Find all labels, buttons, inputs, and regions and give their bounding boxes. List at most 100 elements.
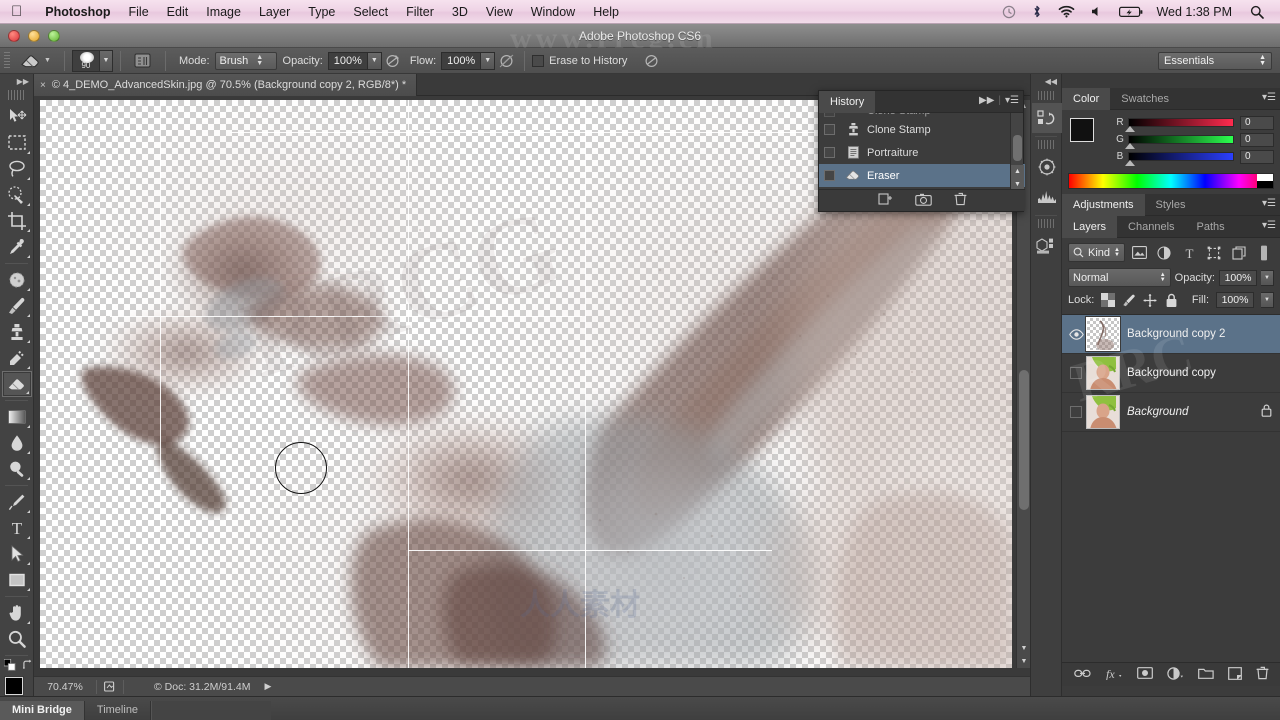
- layer-row-background[interactable]: Background: [1062, 393, 1280, 432]
- panel-menu-icon[interactable]: ▾☰: [1005, 95, 1019, 106]
- lasso-tool[interactable]: [2, 156, 32, 182]
- link-layers-icon[interactable]: [1073, 668, 1091, 682]
- 3d-properties-icon[interactable]: [1032, 231, 1062, 261]
- lock-all-icon[interactable]: [1164, 293, 1178, 307]
- history-brush-tool[interactable]: [2, 345, 32, 371]
- history-state-list[interactable]: Clone Stamp Clone Stamp Portraiture: [819, 113, 1025, 191]
- color-panel-swatches[interactable]: [1068, 116, 1110, 156]
- layers-panel-menu-icon[interactable]: ▾☰: [1262, 220, 1276, 231]
- layer-row-background-copy[interactable]: Background copy: [1062, 354, 1280, 393]
- visibility-off-box[interactable]: [1070, 406, 1082, 418]
- layer-fill-chevron-icon[interactable]: ▼: [1261, 292, 1274, 308]
- slider-thumb[interactable]: [1125, 160, 1135, 166]
- type-layers-icon[interactable]: T: [1179, 243, 1200, 262]
- options-bar-grip[interactable]: [4, 51, 10, 70]
- tab-layers[interactable]: Layers: [1062, 216, 1118, 238]
- scrollbar-thumb[interactable]: [1019, 370, 1029, 510]
- smart-object-icon[interactable]: [1228, 243, 1249, 262]
- close-icon[interactable]: ×: [40, 80, 46, 91]
- layer-visibility-toggle[interactable]: [1066, 406, 1086, 418]
- blur-tool[interactable]: [2, 430, 32, 456]
- dock-collapse-button[interactable]: ◀◀: [1031, 74, 1061, 88]
- time-machine-icon[interactable]: [994, 5, 1024, 19]
- dock-grip[interactable]: [1038, 91, 1054, 100]
- foreground-color-swatch[interactable]: [1070, 118, 1094, 142]
- menu-item-select[interactable]: Select: [344, 0, 397, 24]
- flow-chevron-icon[interactable]: ▼: [481, 51, 496, 70]
- tab-mini-bridge[interactable]: Mini Bridge: [0, 700, 85, 720]
- history-state-checkbox[interactable]: [824, 113, 835, 117]
- shape-layers-icon[interactable]: [1203, 243, 1224, 262]
- foreground-color-swatch[interactable]: [5, 677, 23, 695]
- adjustments-panel-menu-icon[interactable]: ▾☰: [1262, 198, 1276, 209]
- history-state-checkbox[interactable]: [824, 124, 835, 135]
- menu-item-photoshop[interactable]: Photoshop: [36, 0, 119, 24]
- zoom-level-field[interactable]: 70.47%: [34, 681, 96, 693]
- gradient-tool[interactable]: [2, 404, 32, 430]
- bluetooth-icon[interactable]: [1024, 4, 1050, 19]
- tab-history[interactable]: History: [819, 91, 876, 113]
- zoom-tool[interactable]: [2, 626, 32, 652]
- scrollbar-thumb[interactable]: [1013, 135, 1022, 161]
- delete-state-icon[interactable]: [954, 192, 967, 209]
- history-state[interactable]: Portraiture: [819, 141, 1025, 164]
- spotlight-search-icon[interactable]: [1242, 5, 1272, 19]
- tab-paths[interactable]: Paths: [1186, 216, 1236, 238]
- lock-position-icon[interactable]: [1143, 293, 1157, 307]
- adjustment-layer-icon[interactable]: [1166, 666, 1184, 683]
- menu-item-3d[interactable]: 3D: [443, 0, 477, 24]
- menu-item-file[interactable]: File: [120, 0, 158, 24]
- opacity-pressure-icon[interactable]: [382, 51, 404, 71]
- dodge-tool[interactable]: [2, 456, 32, 482]
- erase-to-history-checkbox[interactable]: [532, 54, 545, 67]
- tab-color[interactable]: Color: [1062, 88, 1111, 110]
- layer-opacity-value[interactable]: 100%: [1219, 269, 1257, 286]
- layer-opacity-chevron-icon[interactable]: ▼: [1261, 269, 1274, 286]
- history-state-clipped[interactable]: Clone Stamp: [819, 113, 1025, 118]
- menu-item-type[interactable]: Type: [299, 0, 344, 24]
- layer-style-icon[interactable]: fx: [1105, 667, 1123, 683]
- adjustment-layers-icon[interactable]: [1154, 243, 1175, 262]
- layer-name[interactable]: Background copy 2: [1127, 328, 1280, 340]
- lock-transparent-pixels-icon[interactable]: [1101, 293, 1116, 307]
- opacity-chevron-icon[interactable]: ▼: [367, 51, 382, 70]
- histogram-icon[interactable]: [1032, 182, 1062, 212]
- mode-select[interactable]: Brush ▲ ▼: [214, 51, 277, 70]
- eraser-tool[interactable]: [2, 371, 32, 397]
- airbrush-toggle-icon[interactable]: [495, 51, 517, 71]
- menu-item-filter[interactable]: Filter: [397, 0, 443, 24]
- color-spectrum-ramp[interactable]: [1068, 173, 1274, 189]
- layer-row-background-copy-2[interactable]: Background copy 2: [1062, 315, 1280, 354]
- toolbox-collapse-button[interactable]: ▶▶: [0, 74, 33, 88]
- tab-timeline[interactable]: Timeline: [85, 700, 152, 720]
- tab-channels[interactable]: Channels: [1117, 216, 1185, 238]
- history-state-checkbox[interactable]: [824, 147, 835, 158]
- menu-item-window[interactable]: Window: [522, 0, 584, 24]
- blue-slider-track[interactable]: [1125, 152, 1234, 166]
- brush-preset-picker[interactable]: 90: [71, 49, 100, 72]
- default-colors-icon[interactable]: [4, 659, 16, 671]
- menu-item-view[interactable]: View: [477, 0, 522, 24]
- scroll-down-icon[interactable]: ▼: [1017, 655, 1031, 668]
- menu-item-layer[interactable]: Layer: [250, 0, 299, 24]
- brush-tool[interactable]: [2, 293, 32, 319]
- visibility-off-box[interactable]: [1070, 367, 1082, 379]
- slider-thumb[interactable]: [1125, 126, 1135, 132]
- layer-visibility-toggle[interactable]: [1066, 328, 1086, 340]
- slider-thumb[interactable]: [1125, 143, 1135, 149]
- pen-tool[interactable]: [2, 489, 32, 515]
- tablet-pressure-icon[interactable]: [640, 51, 662, 71]
- status-menu-arrow-icon[interactable]: ▶: [264, 681, 271, 692]
- brush-panel-toggle-icon[interactable]: [128, 51, 158, 71]
- expand-icon[interactable]: ▶▶: [979, 95, 994, 106]
- history-state[interactable]: Clone Stamp: [819, 118, 1025, 141]
- workspace-switcher[interactable]: Essentials ▲ ▼: [1158, 52, 1272, 70]
- menu-item-help[interactable]: Help: [584, 0, 628, 24]
- layer-filter-kind-select[interactable]: Kind ▲ ▼: [1068, 243, 1125, 262]
- new-layer-icon[interactable]: [1227, 666, 1242, 683]
- rectangle-tool[interactable]: [2, 567, 32, 593]
- document-tab[interactable]: × © 4_DEMO_AdvancedSkin.jpg @ 70.5% (Bac…: [34, 74, 418, 96]
- eyedropper-tool[interactable]: [2, 234, 32, 260]
- dock-grip[interactable]: [1038, 140, 1054, 149]
- filter-toggle-icon[interactable]: [1253, 243, 1274, 262]
